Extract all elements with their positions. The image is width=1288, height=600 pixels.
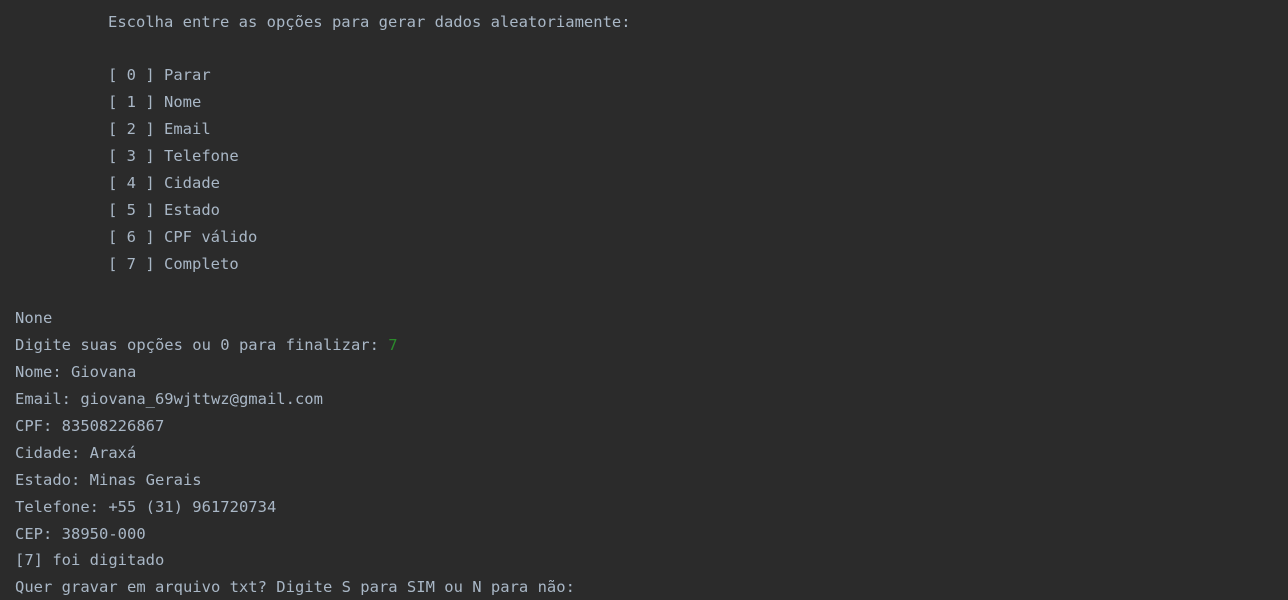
menu-option-0: [ 0 ] Parar <box>108 66 211 84</box>
input-prompt-line: Digite suas opções ou 0 para finalizar: … <box>15 335 398 355</box>
output-line-phone: Telefone: +55 (31) 961720734 <box>15 498 277 516</box>
menu-option-6: [ 6 ] CPF válido <box>108 228 258 246</box>
menu-option-2: [ 2 ] Email <box>108 120 211 138</box>
none-output: None <box>15 309 53 327</box>
output-line-state: Estado: Minas Gerais <box>15 471 202 489</box>
menu-option-5: [ 5 ] Estado <box>108 201 220 219</box>
user-input-value: 7 <box>388 336 398 354</box>
menu-header: Escolha entre as opções para gerar dados… <box>108 13 631 31</box>
save-prompt: Quer gravar em arquivo txt? Digite S par… <box>15 578 575 596</box>
menu-option-7: [ 7 ] Completo <box>108 255 239 273</box>
output-line-typed: [7] foi digitado <box>15 551 165 569</box>
output-line-name: Nome: Giovana <box>15 363 137 381</box>
output-line-email: Email: giovana_69wjttwz@gmail.com <box>15 390 323 408</box>
output-line-cpf: CPF: 83508226867 <box>15 417 165 435</box>
run-console[interactable]: Escolha entre as opções para gerar dados… <box>0 0 1288 600</box>
menu-option-1: [ 1 ] Nome <box>108 93 202 111</box>
menu-option-4: [ 4 ] Cidade <box>108 174 220 192</box>
output-line-cep: CEP: 38950-000 <box>15 525 146 543</box>
output-line-city: Cidade: Araxá <box>15 444 137 462</box>
menu-option-3: [ 3 ] Telefone <box>108 147 239 165</box>
input-prompt-text: Digite suas opções ou 0 para finalizar: <box>15 336 389 354</box>
